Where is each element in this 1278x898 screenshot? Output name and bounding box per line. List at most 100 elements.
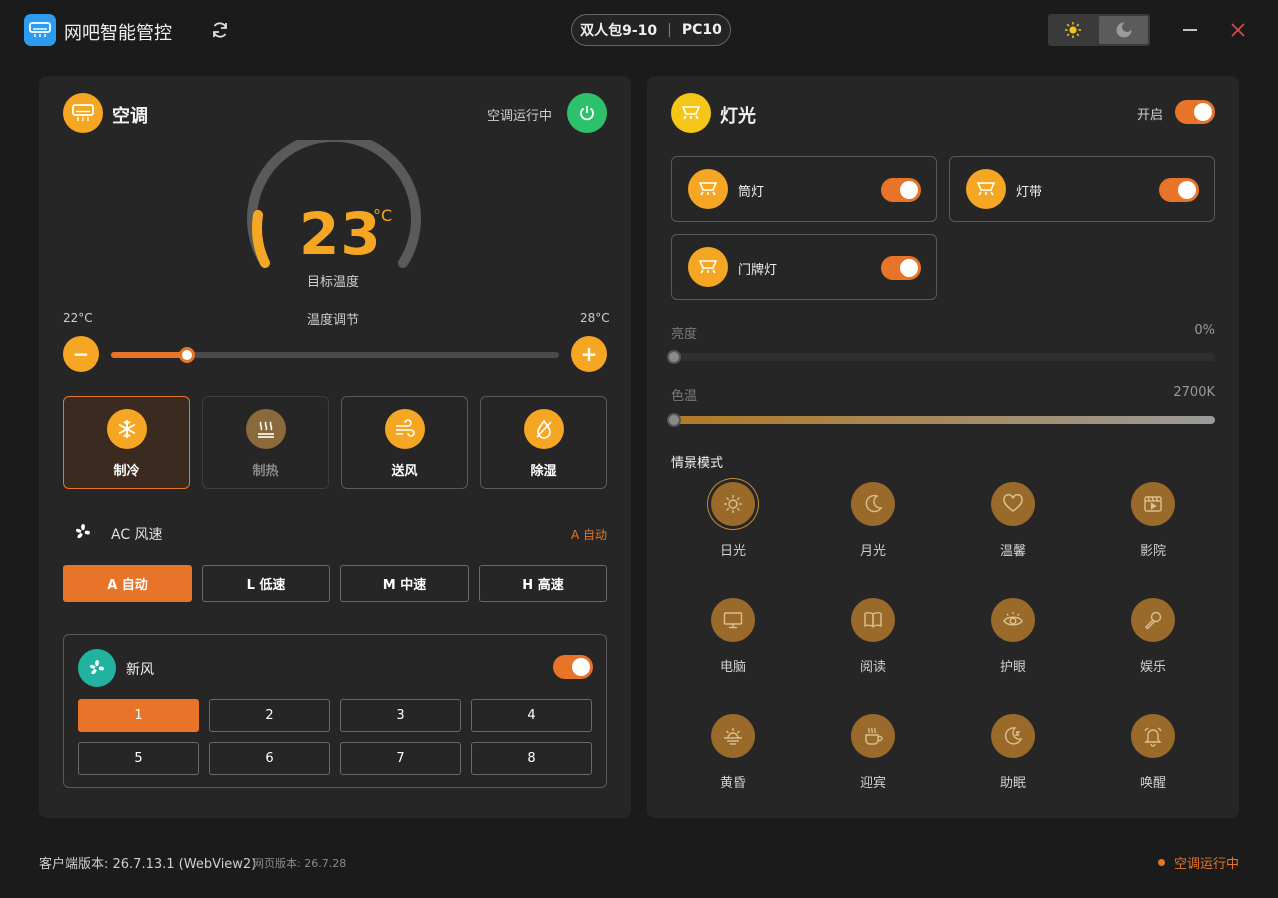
mode-cool-button[interactable]: 制冷 <box>63 396 190 489</box>
app-title: 网吧智能管控 <box>64 23 172 44</box>
device-selector[interactable]: 双人包9-10 | PC10 <box>571 14 731 46</box>
scene-eyecare-button[interactable]: 护眼 <box>973 598 1053 678</box>
brightness-value: 0% <box>1194 323 1215 338</box>
lamp-icon <box>688 247 728 287</box>
sunset-icon <box>711 714 755 758</box>
power-icon <box>580 106 594 121</box>
fresh-air-title: 新风 <box>126 662 154 678</box>
fresh-air-toggle[interactable] <box>553 655 593 679</box>
dark-theme-button[interactable] <box>1099 16 1148 44</box>
moon-icon <box>851 482 895 526</box>
target-temperature-label: 目标温度 <box>307 275 360 290</box>
refresh-icon[interactable] <box>208 18 232 42</box>
fresh-air-level-1[interactable]: 1 <box>78 699 199 732</box>
light-toggle[interactable] <box>881 178 921 202</box>
film-icon <box>1131 482 1175 526</box>
temperature-slider[interactable] <box>111 347 559 363</box>
scene-label: 月光 <box>859 544 886 559</box>
brightness-label: 亮度 <box>671 327 698 342</box>
fresh-air-level-5[interactable]: 5 <box>78 742 199 775</box>
fan-speed-auto-button[interactable]: A 自动 <box>63 565 192 602</box>
sleep-moon-icon <box>991 714 1035 758</box>
mode-label: 送风 <box>391 464 418 479</box>
scene-label: 护眼 <box>999 660 1026 675</box>
fresh-air-icon <box>78 649 116 687</box>
scene-cozy-button[interactable]: 温馨 <box>973 482 1053 562</box>
close-icon <box>1231 23 1245 37</box>
light-toggle[interactable] <box>1159 178 1199 202</box>
brightness-slider[interactable] <box>667 350 1215 364</box>
temperature-value: 23 <box>299 200 382 268</box>
theme-toggle[interactable] <box>1048 14 1150 46</box>
scene-label: 日光 <box>719 544 746 559</box>
lights-title: 灯光 <box>720 106 756 127</box>
scene-wakeup-button[interactable]: 唤醒 <box>1113 714 1193 794</box>
brightness-handle[interactable] <box>667 350 681 364</box>
fresh-air-level-7[interactable]: 7 <box>340 742 461 775</box>
wind-icon <box>385 409 425 449</box>
sun-icon <box>1064 22 1081 38</box>
min-temperature-label: 22°C <box>63 311 93 325</box>
mode-label: 除湿 <box>530 464 557 479</box>
heat-icon <box>246 409 286 449</box>
scene-cinema-button[interactable]: 影院 <box>1113 482 1193 562</box>
light-card-downlight: 筒灯 <box>671 156 937 222</box>
light-label: 门牌灯 <box>738 263 778 278</box>
scene-welcome-button[interactable]: 迎宾 <box>833 714 913 794</box>
scene-label: 唤醒 <box>1139 776 1166 791</box>
scene-label: 阅读 <box>859 660 886 675</box>
scene-reading-button[interactable]: 阅读 <box>833 598 913 678</box>
ac-title: 空调 <box>112 106 148 127</box>
microphone-icon <box>1131 598 1175 642</box>
moon-icon <box>1116 22 1132 38</box>
dehumidify-icon <box>524 409 564 449</box>
fresh-air-section: 新风 1 2 3 4 5 6 7 8 <box>63 634 607 788</box>
scene-computer-button[interactable]: 电脑 <box>693 598 773 678</box>
power-button[interactable] <box>567 93 607 133</box>
color-temp-slider[interactable] <box>667 413 1215 427</box>
ac-status: 空调运行中 <box>487 109 553 124</box>
fresh-air-level-4[interactable]: 4 <box>471 699 592 732</box>
fan-speed-high-button[interactable]: H 高速 <box>479 565 607 602</box>
eye-icon <box>991 598 1035 642</box>
scene-dusk-button[interactable]: 黄昏 <box>693 714 773 794</box>
mode-dry-button[interactable]: 除湿 <box>480 396 607 489</box>
temperature-unit: °C <box>373 206 393 225</box>
max-temperature-label: 28°C <box>580 311 610 325</box>
client-version: 客户端版本: 26.7.13.1 (WebView2) <box>39 857 257 872</box>
slider-handle[interactable] <box>179 347 196 363</box>
light-toggle[interactable] <box>881 256 921 280</box>
fresh-air-level-3[interactable]: 3 <box>340 699 461 732</box>
temperature-adjust-label: 温度调节 <box>307 313 360 328</box>
mode-fan-button[interactable]: 送风 <box>341 396 468 489</box>
lamp-icon <box>671 93 711 133</box>
lamp-icon <box>688 169 728 209</box>
light-label: 灯带 <box>1016 185 1043 200</box>
scene-daylight-button[interactable]: 日光 <box>693 482 773 562</box>
pc-name: PC10 <box>681 22 722 38</box>
increase-temperature-button[interactable]: + <box>571 336 607 372</box>
scene-label: 迎宾 <box>859 776 886 791</box>
scene-entertainment-button[interactable]: 娱乐 <box>1113 598 1193 678</box>
scene-label: 娱乐 <box>1139 660 1166 675</box>
ac-logo-icon <box>24 14 56 46</box>
fan-speed-mid-button[interactable]: M 中速 <box>340 565 469 602</box>
fan-speed-title: AC 风速 <box>111 527 163 543</box>
scene-mode-title: 情景模式 <box>671 456 724 471</box>
fresh-air-level-2[interactable]: 2 <box>209 699 330 732</box>
light-theme-button[interactable] <box>1048 14 1097 46</box>
fresh-air-level-8[interactable]: 8 <box>471 742 592 775</box>
scene-moonlight-button[interactable]: 月光 <box>833 482 913 562</box>
title-bar: 网吧智能管控 双人包9-10 | PC10 <box>0 0 1278 60</box>
footer-status: 空调运行中 <box>1158 853 1239 872</box>
color-temp-handle[interactable] <box>667 413 681 427</box>
close-button[interactable] <box>1226 18 1250 42</box>
fan-speed-low-button[interactable]: L 低速 <box>202 565 330 602</box>
lights-master-toggle[interactable] <box>1175 100 1215 124</box>
mode-heat-button[interactable]: 制热 <box>202 396 329 489</box>
decrease-temperature-button[interactable]: − <box>63 336 99 372</box>
minimize-icon <box>1183 29 1197 31</box>
fresh-air-level-6[interactable]: 6 <box>209 742 330 775</box>
scene-sleep-button[interactable]: 助眠 <box>973 714 1053 794</box>
minimize-button[interactable] <box>1178 18 1202 42</box>
